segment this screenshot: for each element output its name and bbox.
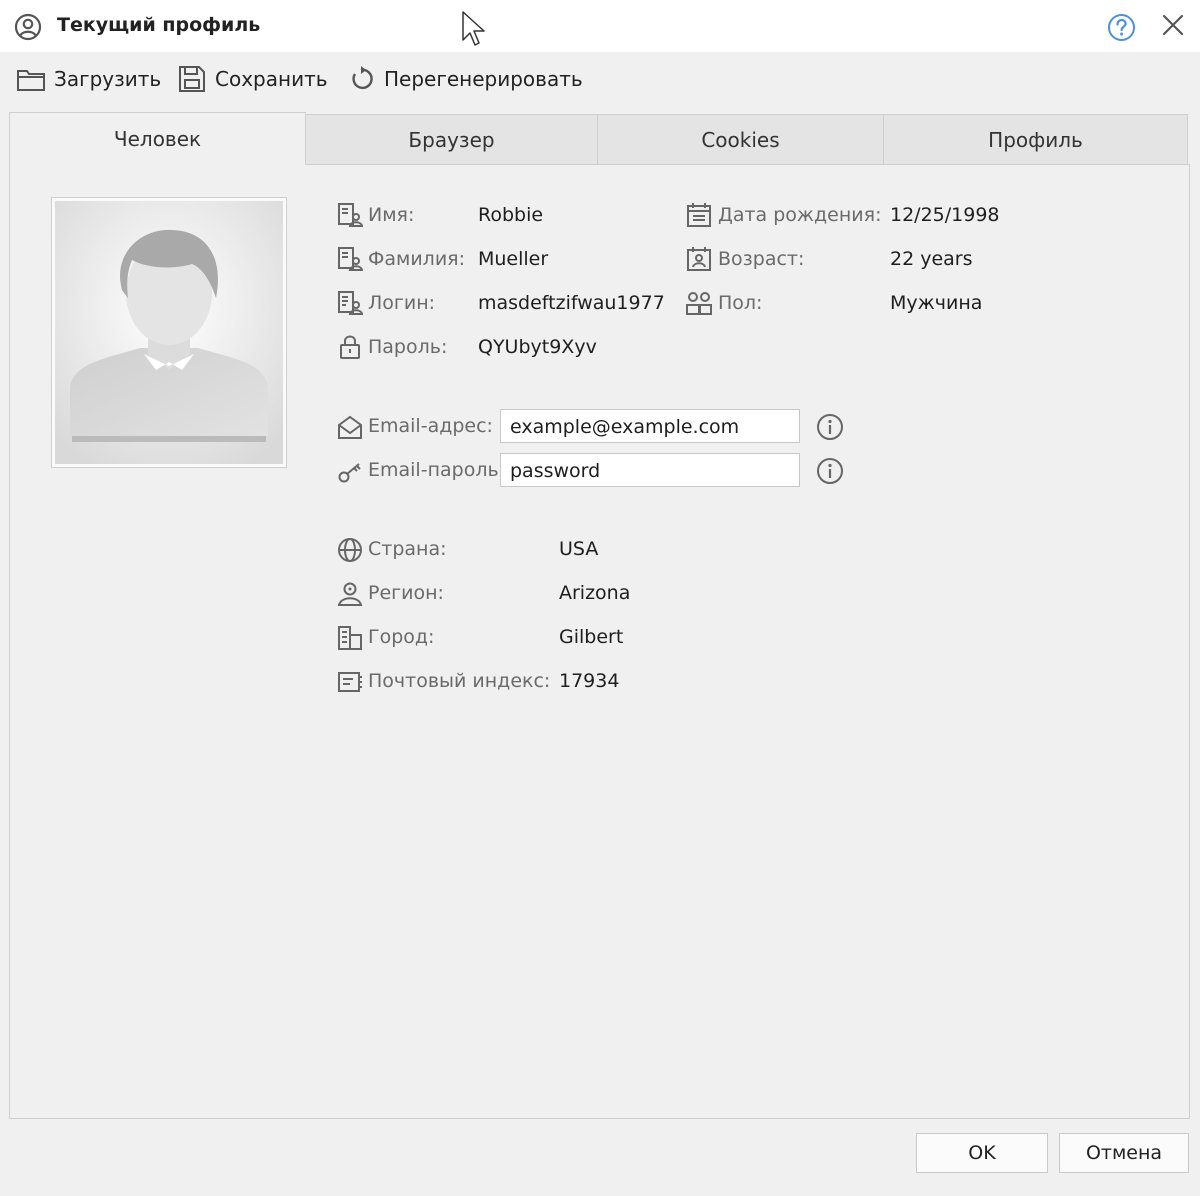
person-silhouette-icon [55, 201, 283, 464]
location-person-icon [337, 582, 363, 606]
postal-card-icon [338, 672, 362, 692]
country-value: USA [559, 538, 599, 560]
email-password-label: Email-пароль: [368, 459, 506, 481]
gender-value: Мужчина [890, 292, 983, 314]
email-password-input[interactable]: password [500, 453, 800, 487]
close-icon[interactable] [1161, 13, 1185, 37]
calendar-person-icon [687, 247, 711, 271]
birth-date-label: Дата рождения: [718, 204, 882, 226]
avatar [51, 197, 287, 468]
email-address-input[interactable]: example@example.com [500, 409, 800, 443]
building-icon [338, 626, 362, 650]
mouse-cursor-icon [462, 11, 485, 46]
tab-cookies[interactable]: Cookies [597, 114, 884, 164]
first-name-label: Имя: [368, 204, 415, 226]
tab-label: Браузер [408, 127, 495, 152]
user-circle-icon [14, 13, 42, 41]
envelope-open-icon [338, 415, 362, 439]
load-button[interactable]: Загрузить [16, 62, 161, 96]
question-circle-icon[interactable] [1107, 13, 1136, 42]
password-value: QYUbyt9Xyv [478, 336, 597, 358]
age-value: 22 years [890, 248, 973, 270]
first-name-value: Robbie [478, 204, 544, 226]
cancel-button[interactable]: Отмена [1059, 1133, 1189, 1173]
load-label: Загрузить [54, 67, 162, 91]
gender-label: Пол: [718, 292, 763, 314]
tab-person[interactable]: Человек [9, 112, 306, 165]
window-title: Текущий профиль [57, 14, 261, 36]
save-button[interactable]: Сохранить [177, 62, 328, 96]
calendar-icon [687, 203, 711, 227]
last-name-value: Mueller [478, 248, 549, 270]
login-card-icon [338, 291, 363, 315]
info-icon[interactable] [816, 457, 844, 485]
folder-icon [17, 70, 45, 91]
key-icon [338, 463, 361, 483]
tab-label: Человек [113, 127, 202, 151]
regenerate-button[interactable]: Перегенерировать [346, 62, 583, 96]
tab-label: Cookies [701, 127, 780, 152]
id-card-icon [338, 203, 363, 227]
login-value: masdeftzifwau1977 [478, 292, 665, 314]
globe-icon [338, 538, 362, 562]
city-label: Город: [368, 626, 435, 648]
lock-icon [340, 335, 360, 359]
info-icon[interactable] [816, 413, 844, 441]
age-label: Возраст: [718, 248, 805, 270]
floppy-disk-icon [179, 66, 205, 92]
tab-label: Профиль [988, 127, 1083, 152]
login-label: Логин: [368, 292, 436, 314]
last-name-label: Фамилия: [368, 248, 466, 270]
zip-value: 17934 [559, 670, 620, 692]
save-label: Сохранить [215, 67, 328, 91]
password-label: Пароль: [368, 336, 448, 358]
region-label: Регион: [368, 582, 444, 604]
zip-label: Почтовый индекс: [368, 670, 551, 692]
refresh-icon [352, 66, 373, 90]
birth-date-value: 12/25/1998 [890, 204, 1000, 226]
tab-browser[interactable]: Браузер [305, 114, 598, 164]
tab-profile[interactable]: Профиль [883, 114, 1188, 164]
region-value: Arizona [559, 582, 631, 604]
email-address-label: Email-адрес: [368, 415, 493, 437]
ok-button[interactable]: OK [916, 1133, 1048, 1173]
city-value: Gilbert [559, 626, 624, 648]
id-card-icon [338, 247, 363, 271]
gender-icon [686, 292, 712, 315]
country-label: Страна: [368, 538, 447, 560]
regenerate-label: Перегенерировать [384, 67, 583, 91]
